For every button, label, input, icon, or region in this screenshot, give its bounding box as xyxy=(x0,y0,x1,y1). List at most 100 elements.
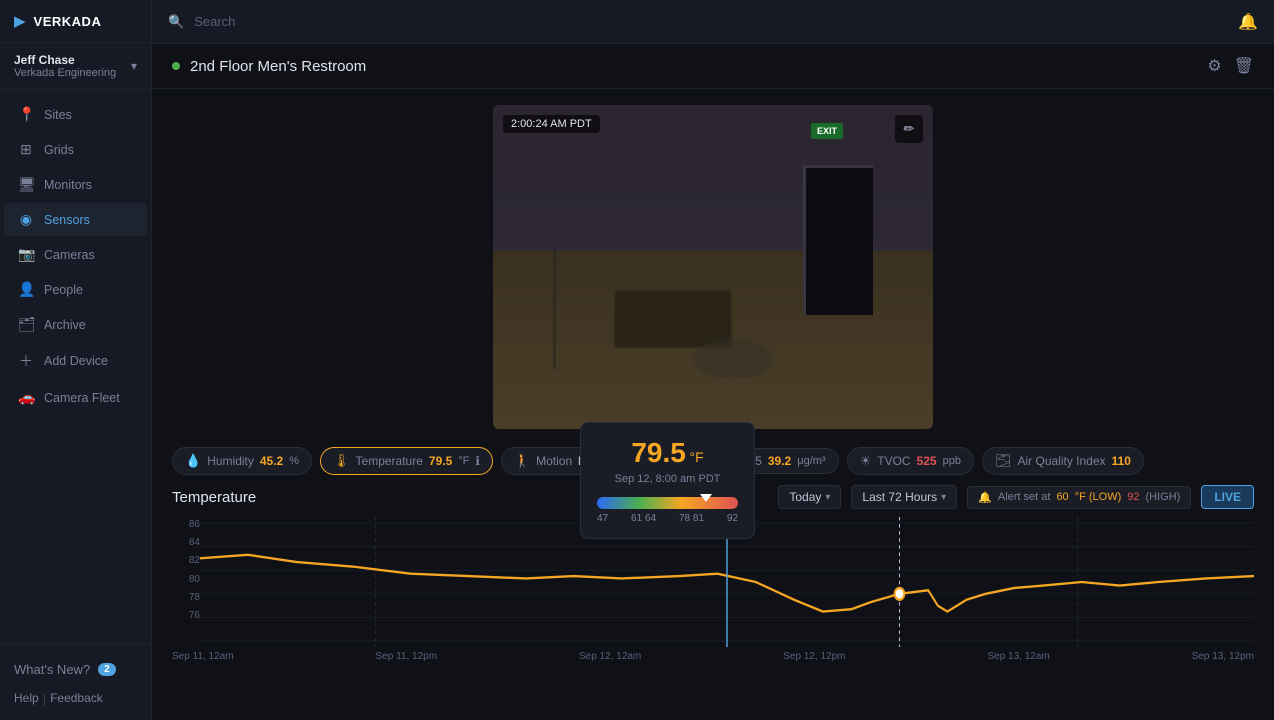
y-axis-labels: 86 84 82 80 78 76 xyxy=(172,517,200,623)
camera-feed: EXIT 2:00:24 AM PDT ✏ xyxy=(493,105,933,429)
period-label: Today xyxy=(789,490,821,504)
humidity-unit: % xyxy=(289,455,299,467)
motion-label: Motion xyxy=(536,454,572,468)
sidebar-label-sensors: Sensors xyxy=(44,213,90,227)
alert-low-temp: 60 xyxy=(1056,491,1068,503)
sidebar-label-cameras: Cameras xyxy=(44,248,95,262)
sidebar-item-people[interactable]: 👤 People xyxy=(4,273,147,306)
tooltip-temp-value: 79.5 xyxy=(631,437,686,468)
range-dropdown[interactable]: Last 72 Hours ▾ xyxy=(851,485,957,509)
temp-label-min: 47 xyxy=(597,513,608,524)
range-chevron-icon: ▾ xyxy=(941,492,946,503)
sidebar-item-monitors[interactable]: 🖥 Monitors xyxy=(4,168,147,201)
add-device-icon: ＋ xyxy=(18,351,34,371)
period-dropdown[interactable]: Today ▾ xyxy=(778,485,841,509)
live-button[interactable]: LIVE xyxy=(1201,485,1254,509)
logo: ▶ VERKADA xyxy=(0,0,151,43)
tvoc-label: TVOC xyxy=(877,454,910,468)
sidebar: ▶ VERKADA Jeff Chase Verkada Engineering… xyxy=(0,0,152,720)
x-label-0: Sep 11, 12am xyxy=(172,651,234,662)
x-label-3: Sep 12, 12pm xyxy=(783,651,845,662)
sidebar-label-monitors: Monitors xyxy=(44,178,92,192)
sidebar-item-camera-fleet[interactable]: 🚗 Camera Fleet xyxy=(4,381,147,414)
temperature-label: Temperature xyxy=(356,454,423,468)
tooltip-temp-row: 79.5 °F xyxy=(597,437,738,469)
logo-icon: ▶ xyxy=(14,12,26,30)
alert-low-unit: °F (LOW) xyxy=(1075,491,1122,503)
grids-icon: ⊞ xyxy=(18,141,34,158)
alert-high-unit: (HIGH) xyxy=(1146,491,1181,503)
x-label-1: Sep 11, 12pm xyxy=(376,651,438,662)
pm25-value: 39.2 xyxy=(768,454,791,468)
feedback-button[interactable]: Feedback xyxy=(50,691,103,706)
delete-icon[interactable]: 🗑 xyxy=(1234,56,1254,76)
temperature-icon: 🌡 xyxy=(333,453,350,469)
humidity-chip[interactable]: 💧 Humidity 45.2 % xyxy=(172,447,312,475)
logo-text: VERKADA xyxy=(34,14,102,29)
sidebar-item-sensors[interactable]: ◉ Sensors xyxy=(4,203,147,236)
whats-new-item[interactable]: What's New? 2 xyxy=(0,654,151,685)
range-label: Last 72 Hours xyxy=(862,490,937,504)
sensors-icon: ◉ xyxy=(18,211,34,228)
temperature-value: 79.5 xyxy=(429,454,452,468)
help-button[interactable]: Help xyxy=(14,691,39,706)
y-label-82: 82 xyxy=(172,555,200,566)
temperature-tooltip: 79.5 °F Sep 12, 8:00 am PDT 47 61 64 78 … xyxy=(580,422,755,539)
tvoc-icon: ☀ xyxy=(860,453,872,469)
sidebar-label-grids: Grids xyxy=(44,143,74,157)
y-label-78: 78 xyxy=(172,592,200,603)
sidebar-item-grids[interactable]: ⊞ Grids xyxy=(4,133,147,166)
temp-label-low: 61 64 xyxy=(631,513,656,524)
y-label-76: 76 xyxy=(172,610,200,621)
sidebar-item-add-device[interactable]: ＋ Add Device xyxy=(4,343,147,379)
aqi-value: 110 xyxy=(1112,454,1131,468)
cameras-icon: 📷 xyxy=(18,246,34,263)
notification-icon[interactable]: 🔔 xyxy=(1238,12,1258,32)
temp-bar-indicator xyxy=(700,494,712,502)
alert-bell-icon: 🔔 xyxy=(978,491,992,504)
x-label-5: Sep 13, 12pm xyxy=(1192,651,1254,662)
sidebar-label-people: People xyxy=(44,283,83,297)
camera-section: EXIT 2:00:24 AM PDT ✏ xyxy=(152,89,1274,437)
aqi-icon: 🌫 xyxy=(995,453,1012,469)
aqi-label: Air Quality Index xyxy=(1017,454,1105,468)
camera-image: EXIT xyxy=(493,105,933,429)
settings-icon[interactable]: ⚙ xyxy=(1207,56,1221,76)
edit-button[interactable]: ✏ xyxy=(895,115,923,143)
sidebar-item-cameras[interactable]: 📷 Cameras xyxy=(4,238,147,271)
user-profile[interactable]: Jeff Chase Verkada Engineering ▾ xyxy=(0,43,151,90)
user-name: Jeff Chase xyxy=(14,53,116,67)
y-label-84: 84 xyxy=(172,537,200,548)
tvoc-chip[interactable]: ☀ TVOC 525 ppb xyxy=(847,447,974,475)
decor-items xyxy=(693,339,773,379)
whats-new-badge: 2 xyxy=(98,663,116,676)
chart-title: Temperature xyxy=(172,489,256,506)
room-door xyxy=(803,165,873,315)
sidebar-item-sites[interactable]: 📍 Sites xyxy=(4,98,147,131)
main-nav: 📍 Sites ⊞ Grids 🖥 Monitors ◉ Sensors 📷 C… xyxy=(0,90,151,643)
search-icon: 🔍 xyxy=(168,14,184,30)
camera-fleet-icon: 🚗 xyxy=(18,389,34,406)
temp-label-high: 78 81 xyxy=(679,513,704,524)
sidebar-bottom: What's New? 2 Help | Feedback xyxy=(0,643,151,720)
temperature-unit: °F xyxy=(458,455,469,467)
device-title: 2nd Floor Men's Restroom xyxy=(190,58,366,75)
sidebar-item-archive[interactable]: 🗂 Archive xyxy=(4,308,147,341)
alert-label: Alert set at xyxy=(998,491,1051,503)
topbar: 🔍 🔔 xyxy=(152,0,1274,44)
sidebar-label-archive: Archive xyxy=(44,318,86,332)
tvoc-unit: ppb xyxy=(943,455,961,467)
people-icon: 👤 xyxy=(18,281,34,298)
y-label-80: 80 xyxy=(172,574,200,585)
temperature-chip[interactable]: 🌡 Temperature 79.5 °F ℹ xyxy=(320,447,493,475)
device-header: 2nd Floor Men's Restroom ⚙ 🗑 xyxy=(152,44,1274,89)
tvoc-value: 525 xyxy=(917,454,937,468)
decor-pole xyxy=(553,249,556,369)
sidebar-label-sites: Sites xyxy=(44,108,72,122)
sidebar-label-camera-fleet: Camera Fleet xyxy=(44,391,120,405)
temperature-bar xyxy=(597,497,738,509)
aqi-chip[interactable]: 🌫 Air Quality Index 110 xyxy=(982,447,1144,475)
chart-controls: Today ▾ Last 72 Hours ▾ 🔔 Alert set at 6… xyxy=(778,485,1254,509)
search-input[interactable] xyxy=(194,14,1228,29)
device-title-row: 2nd Floor Men's Restroom xyxy=(172,58,366,75)
